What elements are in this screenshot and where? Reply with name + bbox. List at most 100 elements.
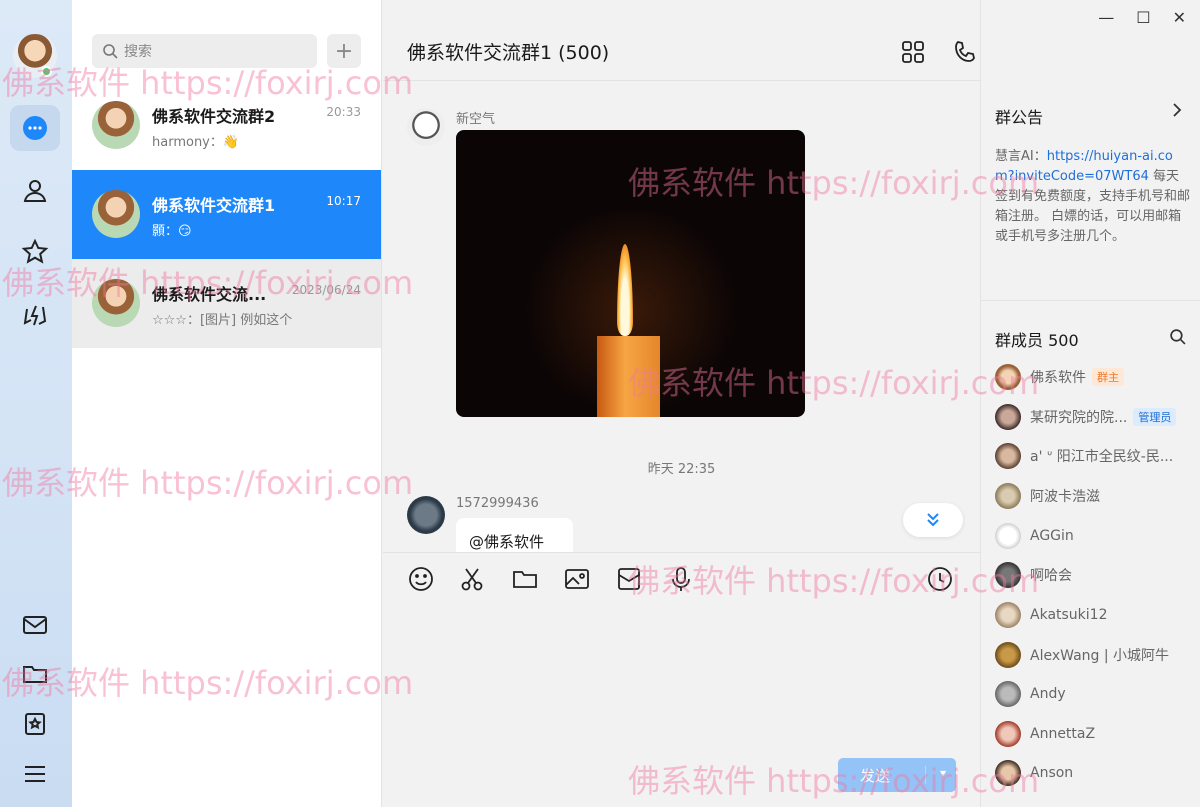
sender-name: 新空气: [456, 112, 496, 127]
conversation-item-selected[interactable]: 佛系软件交流群1 10:17 顥：😏: [72, 170, 381, 259]
close-icon[interactable]: ✕: [1173, 8, 1186, 27]
voice-call-button[interactable]: [951, 38, 979, 66]
send-label: 发送: [860, 766, 891, 785]
member-avatar: [995, 721, 1021, 747]
member-avatar: [995, 364, 1021, 390]
voice-button[interactable]: [667, 565, 695, 597]
conversation-preview: harmony：👋: [152, 135, 240, 150]
member-item[interactable]: Anson: [995, 758, 1073, 788]
image-message[interactable]: [456, 130, 805, 417]
member-item[interactable]: AnnettaZ: [995, 719, 1095, 749]
contacts-tab[interactable]: [10, 168, 60, 214]
sender-avatar[interactable]: [407, 496, 445, 534]
member-name: AnnettaZ: [1030, 726, 1096, 742]
emoji-button[interactable]: [407, 565, 435, 597]
member-item[interactable]: 阿波卡浩滋: [995, 481, 1100, 511]
sender-name: 1572999436: [456, 496, 539, 511]
member-name: 佛系软件: [1030, 370, 1086, 386]
header-divider: [383, 80, 980, 81]
member-avatar: [995, 443, 1021, 469]
members-title: 群成员 500: [995, 331, 1079, 350]
double-chevron-down-icon: [927, 513, 939, 527]
menu-button[interactable]: [10, 751, 60, 797]
text-message[interactable]: @佛系软件: [456, 518, 573, 554]
panel-divider: [981, 300, 1200, 301]
member-avatar: [995, 642, 1021, 668]
send-divider: [925, 766, 926, 784]
file-button[interactable]: [511, 565, 539, 597]
bookmark-icon: [25, 713, 45, 735]
saved-button[interactable]: [10, 701, 60, 747]
conversation-time: 2023/06/24: [291, 283, 361, 297]
member-name: Anson: [1030, 765, 1074, 781]
contacts-icon: [23, 180, 47, 202]
group-notice: 慧言AI：https://huiyan-ai.com?inviteCode=07…: [995, 147, 1191, 247]
search-input[interactable]: 搜索: [92, 34, 317, 68]
sender-avatar[interactable]: [407, 108, 445, 146]
search-icon: [103, 44, 118, 59]
chevron-down-icon[interactable]: ▾: [940, 766, 946, 780]
conversation-avatar: [92, 279, 140, 327]
star-icon: [21, 238, 49, 264]
member-item[interactable]: 佛系软件 群主: [995, 362, 1124, 392]
favorites-tab[interactable]: [10, 229, 60, 275]
member-item[interactable]: a' ᐡ 阳江市全民纹-民...: [995, 441, 1173, 471]
member-item[interactable]: AlexWang | 小城阿牛: [995, 640, 1169, 670]
member-avatar: [995, 602, 1021, 628]
chat-icon: [23, 116, 47, 140]
member-name: AGGin: [1030, 528, 1074, 544]
red-packet-button[interactable]: [615, 565, 643, 597]
member-item[interactable]: Akatsuki12: [995, 600, 1108, 630]
apps-tab[interactable]: [10, 292, 60, 338]
member-name: Akatsuki12: [1030, 607, 1108, 623]
files-button[interactable]: [10, 651, 60, 697]
phone-icon: [955, 41, 975, 62]
minimize-icon[interactable]: —: [1098, 8, 1114, 27]
screenshot-button[interactable]: [459, 565, 487, 597]
maximize-icon[interactable]: ☐: [1136, 8, 1150, 27]
lightning-icon: [23, 305, 47, 326]
image-button[interactable]: [563, 565, 591, 597]
mail-icon: [23, 616, 47, 634]
conversation-item[interactable]: 佛系软件交流... 2023/06/24 ☆☆☆：[图片] 例如这个: [72, 259, 381, 348]
member-item[interactable]: AGGin: [995, 521, 1074, 551]
member-name: a' ᐡ 阳江市全民纹-民...: [1030, 449, 1174, 465]
add-button[interactable]: +: [327, 34, 361, 68]
member-name: Andy: [1030, 686, 1066, 702]
member-name: 某研究院的院...: [1030, 410, 1128, 426]
send-button[interactable]: 发送 ▾: [838, 758, 956, 792]
member-avatar: [995, 562, 1021, 588]
chat-tab[interactable]: [10, 105, 60, 151]
scroll-to-bottom-button[interactable]: [903, 503, 963, 537]
notice-title: 群公告: [995, 108, 1044, 127]
member-name: 啊哈会: [1030, 568, 1072, 584]
conversation-time: 10:17: [326, 194, 361, 208]
member-avatar: [995, 483, 1021, 509]
member-item[interactable]: 某研究院的院... 管理员: [995, 402, 1177, 432]
history-button[interactable]: [926, 565, 954, 597]
clock-icon: [928, 567, 952, 591]
search-icon: [1170, 329, 1186, 345]
conversation-list: 搜索 + 佛系软件交流群2 20:33 harmony：👋 佛系软件交流群1 1…: [72, 0, 382, 807]
chat-panel: 佛系软件交流群1 (500) 新空气 昨天 22:35 1572999436 @…: [383, 0, 1184, 807]
composer-toolbar: [407, 565, 695, 597]
conversation-preview: ☆☆☆：[图片] 例如这个: [152, 313, 293, 328]
member-search-button[interactable]: [1169, 328, 1186, 349]
folder-icon: [23, 666, 47, 683]
member-item[interactable]: Andy: [995, 679, 1066, 709]
emoji-icon: [409, 567, 433, 591]
conversation-name: 佛系软件交流群2: [152, 107, 276, 126]
apps-button[interactable]: [899, 38, 927, 66]
member-item[interactable]: 啊哈会: [995, 560, 1072, 590]
chat-title: 佛系软件交流群1 (500): [407, 42, 610, 64]
scissors-icon: [461, 568, 483, 591]
chevron-right-icon[interactable]: [1169, 102, 1185, 122]
conversation-item[interactable]: 佛系软件交流群2 20:33 harmony：👋: [72, 81, 381, 170]
left-rail: [0, 0, 72, 807]
message-composer[interactable]: 发送 ▾: [383, 552, 980, 807]
member-avatar: [995, 760, 1021, 786]
mail-button[interactable]: [10, 602, 60, 648]
conversation-name: 佛系软件交流群1: [152, 196, 276, 215]
image-icon: [565, 569, 589, 589]
grid-icon: [902, 41, 924, 63]
